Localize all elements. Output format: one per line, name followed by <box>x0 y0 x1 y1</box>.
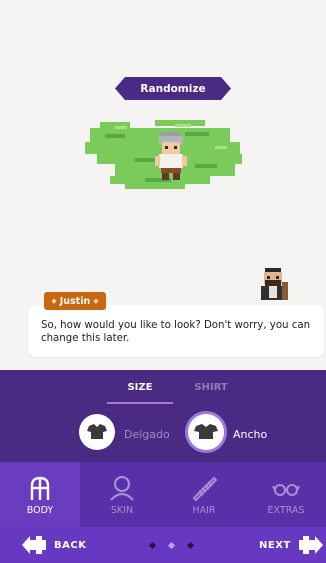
speaker-name: Justin <box>59 295 91 307</box>
arrow-left-icon <box>22 536 46 554</box>
tab-extras-label: EXTRAS <box>267 505 305 516</box>
option-ancho-label: Ancho <box>233 428 268 441</box>
tab-hair-label: HAIR <box>192 505 216 516</box>
option-delgado-label: Delgado <box>124 428 170 441</box>
shirt-icon <box>87 424 107 439</box>
tag-ornament-left: ◆ <box>51 297 57 305</box>
next-button[interactable]: NEXT <box>259 527 323 563</box>
next-label: NEXT <box>259 539 291 551</box>
character-preview <box>85 120 242 189</box>
body-icon <box>30 476 50 500</box>
character-scene: Randomize So, how would you like to look… <box>0 0 326 370</box>
page-dot <box>148 541 157 550</box>
bottom-nav: BACK NEXT <box>0 527 326 563</box>
page-indicator <box>146 541 198 550</box>
option-ancho-button[interactable] <box>188 414 224 450</box>
randomize-button[interactable]: Randomize <box>115 77 231 100</box>
page-dot-active <box>167 541 176 550</box>
skin-icon <box>110 475 134 501</box>
tab-body-label: BODY <box>26 505 54 516</box>
tab-body[interactable]: BODY <box>0 462 80 527</box>
tab-shirt[interactable]: SHIRT <box>178 380 244 402</box>
tab-extras[interactable]: EXTRAS <box>246 462 326 527</box>
arrow-right-icon <box>298 536 323 554</box>
back-button[interactable]: BACK <box>22 527 86 563</box>
tab-skin[interactable]: SKIN <box>82 462 162 527</box>
back-label: BACK <box>54 539 87 551</box>
tab-skin-label: SKIN <box>110 505 134 516</box>
glasses-icon <box>272 484 300 496</box>
tag-ornament-right: ◆ <box>93 297 99 305</box>
dialog-text: So, how would you like to look? Don't wo… <box>41 320 311 344</box>
dialog-box: So, how would you like to look? Don't wo… <box>28 305 324 357</box>
speaker-name-tag: ◆ Justin ◆ <box>44 292 106 310</box>
editor-panel: SIZE SHIRT Delgado Ancho <box>0 370 326 462</box>
tab-size[interactable]: SIZE <box>107 380 173 404</box>
shirt-icon <box>194 424 218 439</box>
category-tabs: BODY SKIN HAIR EXTRAS <box>0 462 326 527</box>
tab-hair[interactable]: HAIR <box>164 462 244 527</box>
page-dot <box>186 541 195 550</box>
npc-portrait <box>261 268 288 300</box>
hair-comb-icon <box>192 476 218 502</box>
option-delgado-button[interactable] <box>79 414 115 450</box>
